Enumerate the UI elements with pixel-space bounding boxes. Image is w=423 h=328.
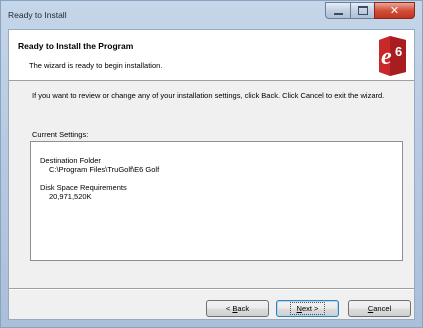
disk-space-value: 20,971,520K: [49, 192, 92, 201]
close-icon: ✕: [389, 4, 400, 17]
maximize-icon: [357, 6, 368, 15]
destination-folder-label: Destination Folder: [40, 156, 101, 165]
current-settings-label: Current Settings:: [32, 130, 89, 139]
installer-window: Ready to Install ✕ Ready to Install the …: [0, 0, 423, 328]
maximize-button[interactable]: [350, 2, 374, 19]
title-bar[interactable]: Ready to Install ✕: [1, 1, 422, 28]
svg-text:6: 6: [395, 44, 402, 59]
window-title: Ready to Install: [8, 10, 67, 20]
cancel-button[interactable]: Cancel: [348, 300, 411, 317]
footer-divider: [9, 288, 414, 290]
caption-buttons: ✕: [325, 2, 415, 19]
next-button-label: Next >: [289, 302, 326, 315]
disk-space-label: Disk Space Requirements: [40, 183, 127, 192]
close-button[interactable]: ✕: [374, 2, 415, 19]
e6-logo-icon: e 6: [379, 36, 406, 76]
header-subtitle: The wizard is ready to begin installatio…: [29, 61, 163, 70]
settings-box[interactable]: Destination Folder C:\Program Files\TruG…: [30, 141, 403, 261]
intro-text: If you want to review or change any of y…: [32, 91, 385, 100]
minimize-icon: [333, 12, 343, 15]
cancel-button-label: Cancel: [367, 304, 392, 313]
svg-text:e: e: [381, 44, 392, 70]
back-button-label: < Back: [225, 304, 250, 313]
next-button[interactable]: Next >: [276, 300, 339, 317]
destination-folder-value: C:\Program Files\TruGolf\E6 Golf: [49, 165, 160, 174]
header-title: Ready to Install the Program: [18, 41, 134, 51]
wizard-client-area: Ready to Install the Program The wizard …: [8, 29, 415, 320]
minimize-button[interactable]: [325, 2, 350, 19]
wizard-header: Ready to Install the Program The wizard …: [9, 30, 414, 81]
back-button[interactable]: < Back: [206, 300, 269, 317]
